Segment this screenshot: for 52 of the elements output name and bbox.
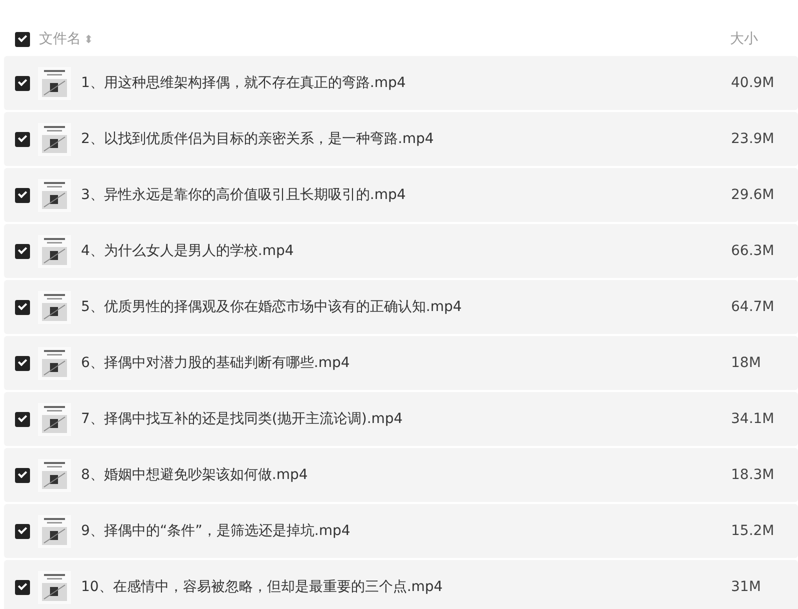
file-checkbox[interactable] [15,300,30,314]
file-checkbox[interactable] [15,468,30,482]
file-name[interactable]: 2、以找到优质伴侣为目标的亲密关系，是一种弯路.mp4 [81,130,434,148]
select-all-checkbox[interactable] [15,32,30,46]
file-row[interactable]: 4、为什么女人是男人的学校.mp4 66.3M [4,224,798,278]
file-name[interactable]: 8、婚姻中想避免吵架该如何做.mp4 [81,466,308,484]
file-name[interactable]: 4、为什么女人是男人的学校.mp4 [81,242,294,260]
file-name[interactable]: 1、用这种思维架构择偶，就不存在真正的弯路.mp4 [81,74,406,92]
file-size: 18.3M [731,467,776,483]
file-row[interactable]: 1、用这种思维架构择偶，就不存在真正的弯路.mp4 40.9M [4,56,798,110]
file-name[interactable]: 9、择偶中的“条件”，是筛选还是掉坑.mp4 [81,522,350,540]
file-name[interactable]: 5、优质男性的择偶观及你在婚恋市场中该有的正确认知.mp4 [81,298,462,316]
file-size: 15.2M [731,523,776,539]
file-row[interactable]: 6、择偶中对潜力股的基础判断有哪些.mp4 18M [4,336,798,390]
file-row[interactable]: 3、异性永远是靠你的高价值吸引且长期吸引的.mp4 29.6M [4,168,798,222]
file-size: 29.6M [731,187,776,203]
video-thumbnail-icon [38,514,71,548]
file-name[interactable]: 7、择偶中找互补的还是找同类(抛开主流论调).mp4 [81,410,403,428]
file-name[interactable]: 6、择偶中对潜力股的基础判断有哪些.mp4 [81,354,350,372]
file-row[interactable]: 7、择偶中找互补的还是找同类(抛开主流论调).mp4 34.1M [4,392,798,446]
file-checkbox[interactable] [15,524,30,538]
video-thumbnail-icon [38,458,71,492]
video-thumbnail-icon [38,122,71,156]
file-name[interactable]: 10、在感情中，容易被忽略，但却是最重要的三个点.mp4 [81,578,443,596]
file-row[interactable]: 8、婚姻中想避免吵架该如何做.mp4 18.3M [4,448,798,502]
file-checkbox[interactable] [15,356,30,370]
video-thumbnail-icon [38,290,71,324]
file-size: 66.3M [731,243,776,259]
video-thumbnail-icon [38,178,71,212]
video-thumbnail-icon [38,402,71,436]
file-checkbox[interactable] [15,244,30,258]
file-checkbox[interactable] [15,76,30,90]
file-checkbox[interactable] [15,580,30,594]
file-checkbox[interactable] [15,188,30,202]
file-row[interactable]: 5、优质男性的择偶观及你在婚恋市场中该有的正确认知.mp4 64.7M [4,280,798,334]
file-row[interactable]: 9、择偶中的“条件”，是筛选还是掉坑.mp4 15.2M [4,504,798,558]
file-checkbox[interactable] [15,132,30,146]
video-thumbnail-icon [38,346,71,380]
video-thumbnail-icon [38,234,71,268]
file-name[interactable]: 3、异性永远是靠你的高价值吸引且长期吸引的.mp4 [81,186,406,204]
file-size: 64.7M [731,299,776,315]
file-row[interactable]: 2、以找到优质伴侣为目标的亲密关系，是一种弯路.mp4 23.9M [4,112,798,166]
file-size: 23.9M [731,131,776,147]
file-size: 40.9M [731,75,776,91]
file-checkbox[interactable] [15,412,30,426]
file-size: 31M [731,579,762,595]
file-size: 18M [731,355,762,371]
video-thumbnail-icon [38,66,71,100]
size-column-header: 大小 [730,30,759,48]
file-row[interactable]: 10、在感情中，容易被忽略，但却是最重要的三个点.mp4 31M [4,560,798,609]
video-thumbnail-icon [38,570,71,604]
file-size: 34.1M [731,411,776,427]
